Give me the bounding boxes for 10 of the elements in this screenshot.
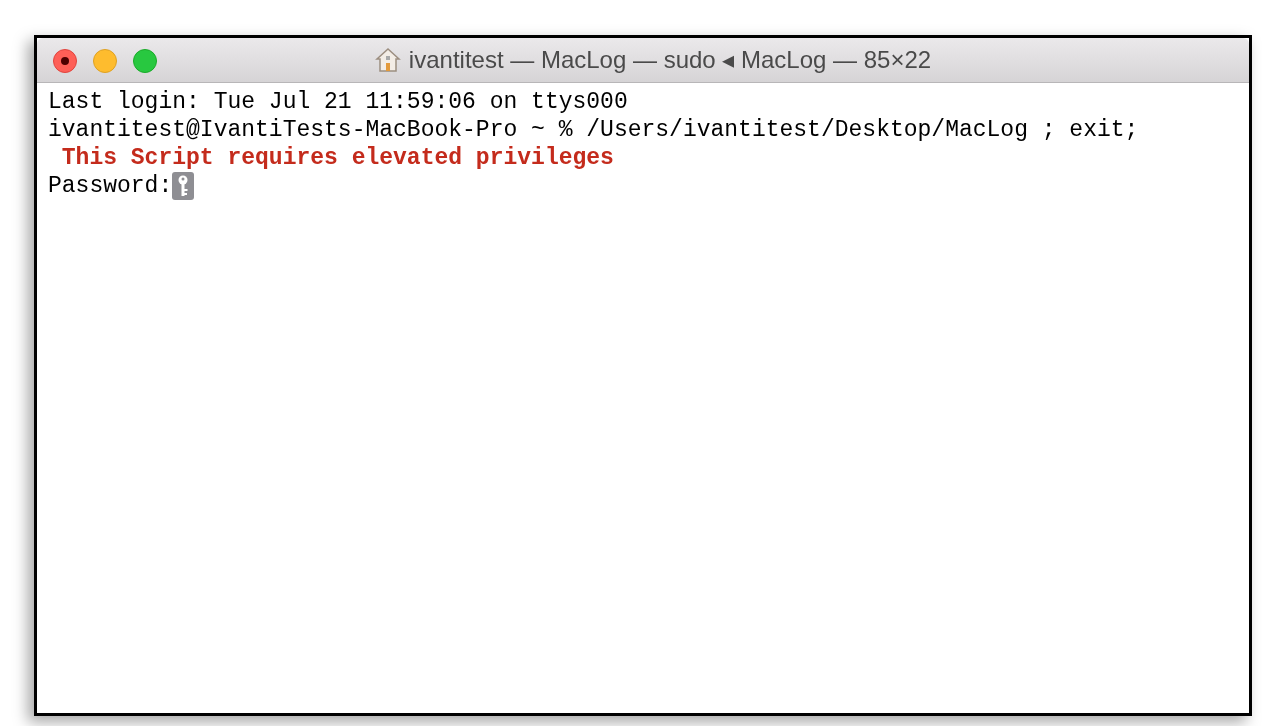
password-prompt: Password:: [48, 172, 173, 200]
terminal-line: ivantitest@IvantiTests-MacBook-Pro ~ % /Users/ivantitest/Desktop/MacLog ; exit;: [48, 116, 1139, 144]
terminal-line: Last login: Tue Jul 21 11:59:06 on ttys000: [48, 88, 628, 116]
window-title: ivantitest — MacLog — sudo ◂ MacLog — 85×22: [408, 45, 932, 75]
minimize-button[interactable]: [93, 49, 117, 73]
zoom-button[interactable]: [133, 49, 157, 73]
house-icon: [374, 47, 401, 73]
error-message: This Script requires elevated privileges: [60, 144, 614, 172]
key-icon: [172, 172, 195, 200]
close-button[interactable]: [53, 49, 77, 73]
